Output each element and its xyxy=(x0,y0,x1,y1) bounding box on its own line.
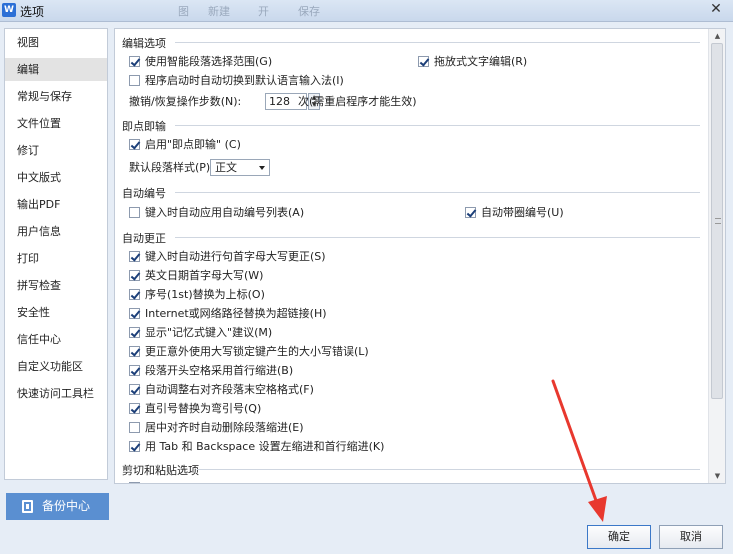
ghost-toolbar-item: 开 xyxy=(258,5,269,18)
checkbox-smart-select[interactable] xyxy=(129,56,140,67)
checkbox[interactable] xyxy=(129,251,140,262)
checkbox-auto-ime[interactable] xyxy=(129,75,140,86)
sidebar-item-spell-check[interactable]: 拼写检查 xyxy=(5,274,107,297)
sidebar-item-view[interactable]: 视图 xyxy=(5,31,107,54)
chevron-down-icon xyxy=(259,166,265,170)
scroll-down-icon[interactable]: ▼ xyxy=(709,469,725,483)
option-auto-correct-item[interactable]: 显示"记忆式键入"建议(M) xyxy=(129,326,272,340)
window-title: 选项 xyxy=(20,5,45,19)
section-title-paste-options: 剪切和粘贴选项 xyxy=(122,464,199,477)
grip-icon xyxy=(715,218,721,224)
checkbox[interactable] xyxy=(129,289,140,300)
backup-icon xyxy=(22,500,33,513)
option-auto-correct-item[interactable]: 英文日期首字母大写(W) xyxy=(129,269,263,283)
title-bar: W 选项 图 新建 开 保存 ✕ xyxy=(0,0,733,22)
sidebar-item-revision[interactable]: 修订 xyxy=(5,139,107,162)
checkbox[interactable] xyxy=(129,441,140,452)
section-divider xyxy=(197,469,700,470)
backup-center-button[interactable]: 备份中心 xyxy=(6,493,109,520)
ghost-toolbar-item: 图 xyxy=(178,5,189,18)
sidebar-item-trust-center[interactable]: 信任中心 xyxy=(5,328,107,351)
undo-steps-label: 撤销/恢复操作步数(N): xyxy=(129,95,242,108)
option-auto-correct-item[interactable]: 更正意外使用大写锁定键产生的大小写错误(L) xyxy=(129,345,369,359)
default-paragraph-style-label: 默认段落样式(P): xyxy=(129,161,214,174)
section-divider xyxy=(175,42,700,43)
cancel-button[interactable]: 取消 xyxy=(659,525,723,549)
option-auto-ime[interactable]: 程序启动时自动切换到默认语言输入法(I) xyxy=(129,74,344,88)
option-auto-correct-item[interactable]: 直引号替换为弯引号(Q) xyxy=(129,402,261,416)
backup-center-label: 备份中心 xyxy=(42,499,91,513)
options-content-panel: 编辑选项 使用智能段落选择范围(G) 拖放式文字编辑(R) 程序启动时自动切换到… xyxy=(114,28,726,484)
section-divider xyxy=(175,192,700,193)
option-auto-correct-item[interactable]: 序号(1st)替换为上标(O) xyxy=(129,288,265,302)
options-sidebar: 视图 编辑 常规与保存 文件位置 修订 中文版式 输出PDF 用户信息 打印 拼… xyxy=(4,28,108,480)
checkbox[interactable] xyxy=(129,403,140,414)
scroll-thumb[interactable] xyxy=(711,43,723,399)
section-title-auto-number: 自动编号 xyxy=(122,187,166,200)
checkbox[interactable] xyxy=(129,327,140,338)
option-circled-number[interactable]: 自动带圈编号(U) xyxy=(465,206,564,220)
annotation-arrow-head xyxy=(588,496,607,522)
vertical-scrollbar[interactable]: ▲ ▼ xyxy=(708,29,725,483)
sidebar-item-print[interactable]: 打印 xyxy=(5,247,107,270)
checkbox-auto-list[interactable] xyxy=(129,207,140,218)
checkbox[interactable] xyxy=(129,270,140,281)
sidebar-item-customize-ribbon[interactable]: 自定义功能区 xyxy=(5,355,107,378)
wps-writer-icon: W xyxy=(2,3,16,17)
option-drag-edit[interactable]: 拖放式文字编辑(R) xyxy=(418,55,527,69)
sidebar-item-general-save[interactable]: 常规与保存 xyxy=(5,85,107,108)
undo-steps-suffix: 次(需重启程序才能生效) xyxy=(298,95,417,108)
sidebar-item-file-location[interactable]: 文件位置 xyxy=(5,112,107,135)
default-paragraph-style-select[interactable]: 正文 xyxy=(210,159,270,176)
option-auto-correct-item[interactable]: 键入时自动进行句首字母大写更正(S) xyxy=(129,250,326,264)
checkbox-circled-number[interactable] xyxy=(465,207,476,218)
section-title-edit-options: 编辑选项 xyxy=(122,37,166,50)
checkbox[interactable] xyxy=(129,422,140,433)
checkbox[interactable] xyxy=(129,384,140,395)
option-auto-correct-item[interactable]: 自动调整右对齐段落末空格格式(F) xyxy=(129,383,314,397)
sidebar-item-security[interactable]: 安全性 xyxy=(5,301,107,324)
option-auto-correct-item[interactable]: 段落开头空格采用首行缩进(B) xyxy=(129,364,293,378)
option-smart-select[interactable]: 使用智能段落选择范围(G) xyxy=(129,55,272,69)
checkbox-drag-edit[interactable] xyxy=(418,56,429,67)
default-paragraph-style-value: 正文 xyxy=(215,161,237,174)
sidebar-item-quick-access-toolbar[interactable]: 快速访问工具栏 xyxy=(5,382,107,405)
option-auto-list[interactable]: 键入时自动应用自动编号列表(A) xyxy=(129,206,304,220)
section-title-auto-correct: 自动更正 xyxy=(122,232,166,245)
option-auto-correct-item[interactable]: 居中对齐时自动删除段落缩进(E) xyxy=(129,421,304,435)
section-divider xyxy=(175,237,700,238)
checkbox[interactable] xyxy=(129,365,140,376)
option-auto-correct-item[interactable]: 用 Tab 和 Backspace 设置左缩进和首行缩进(K) xyxy=(129,440,384,454)
section-divider xyxy=(175,125,700,126)
ghost-toolbar-item: 保存 xyxy=(298,5,320,18)
checkbox[interactable] xyxy=(129,482,140,483)
section-title-click-input: 即点即输 xyxy=(122,120,166,133)
option-partially-hidden[interactable] xyxy=(129,481,145,483)
sidebar-item-chinese-layout[interactable]: 中文版式 xyxy=(5,166,107,189)
checkbox[interactable] xyxy=(129,346,140,357)
close-icon[interactable]: ✕ xyxy=(705,2,727,18)
checkbox-click-input[interactable] xyxy=(129,139,140,150)
option-auto-correct-item[interactable]: Internet或网络路径替换为超链接(H) xyxy=(129,307,327,321)
sidebar-item-edit[interactable]: 编辑 xyxy=(5,58,107,81)
sidebar-item-user-info[interactable]: 用户信息 xyxy=(5,220,107,243)
sidebar-item-export-pdf[interactable]: 输出PDF xyxy=(5,193,107,216)
scroll-up-icon[interactable]: ▲ xyxy=(709,29,725,43)
ok-button[interactable]: 确定 xyxy=(587,525,651,549)
checkbox[interactable] xyxy=(129,308,140,319)
ghost-toolbar-item: 新建 xyxy=(208,5,230,18)
option-click-input[interactable]: 启用"即点即输" (C) xyxy=(129,138,241,152)
